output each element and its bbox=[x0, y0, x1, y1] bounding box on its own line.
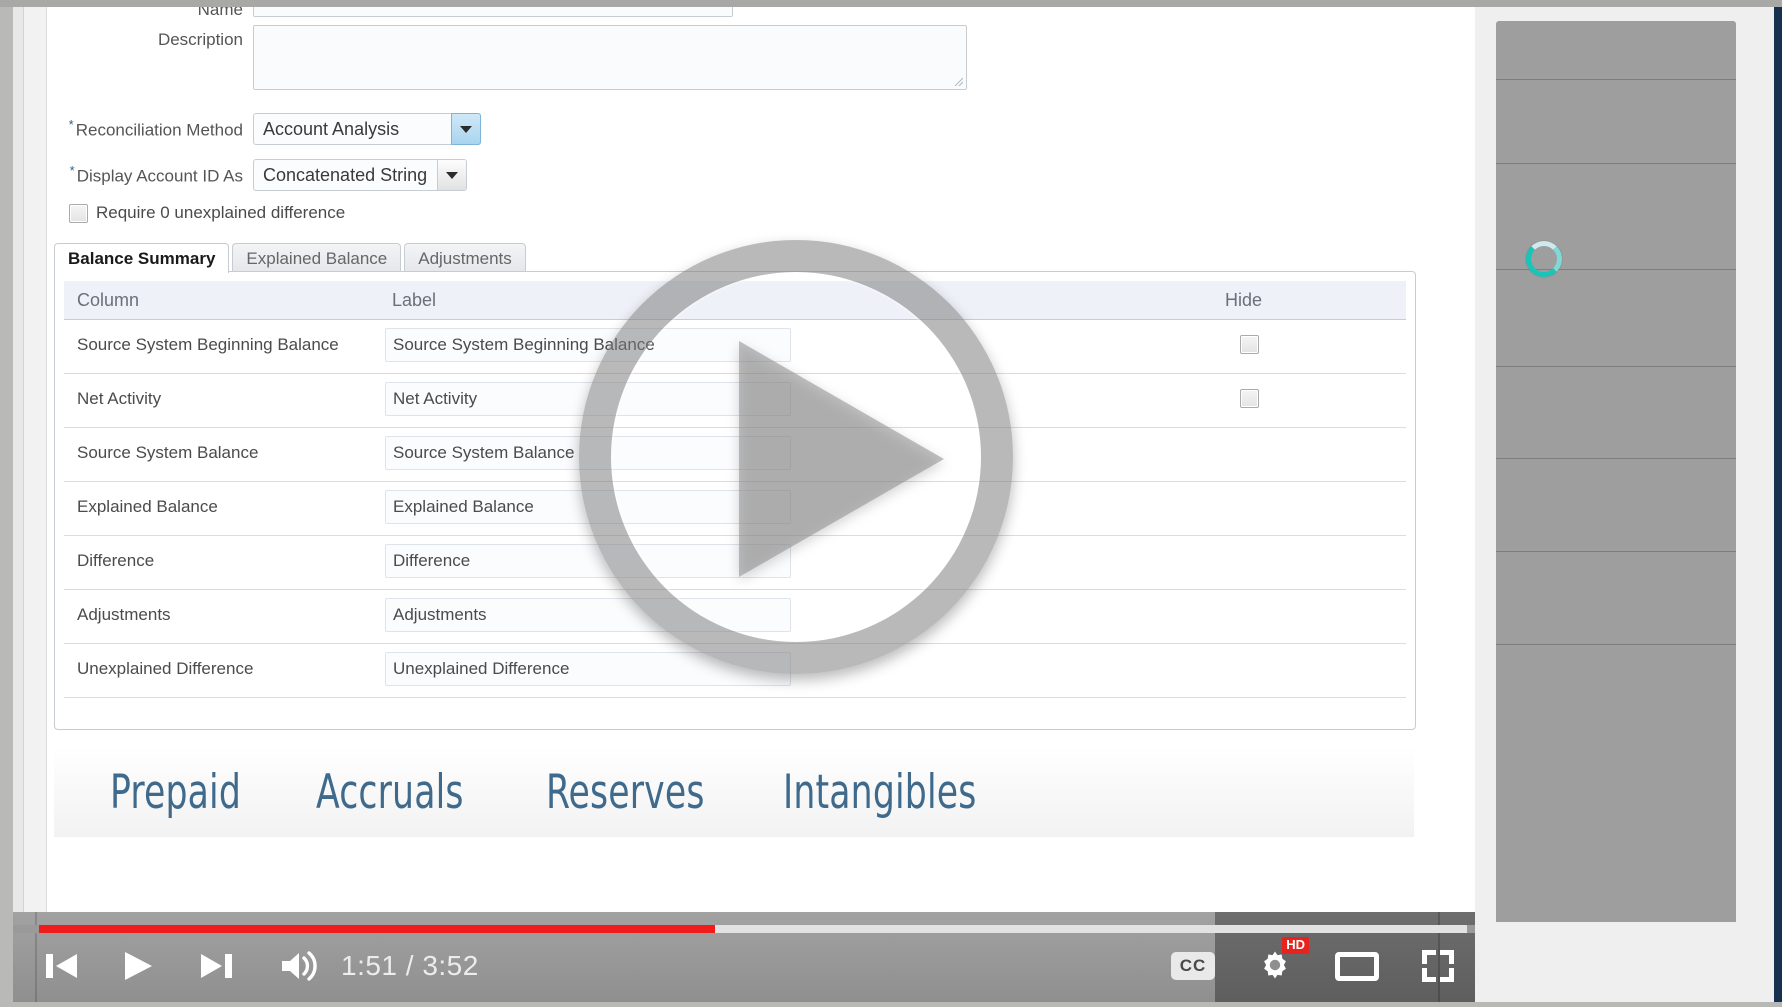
next-track-icon bbox=[201, 954, 232, 978]
next-video-button[interactable] bbox=[197, 949, 235, 983]
require-zero-difference-checkbox[interactable] bbox=[69, 203, 88, 223]
row-label-value: Net Activity bbox=[393, 389, 478, 408]
row-column-name: Source System Beginning Balance bbox=[77, 335, 339, 354]
reconciliation-method-label: Reconciliation Method bbox=[75, 120, 243, 140]
window-right-edge bbox=[1774, 7, 1782, 1002]
screenshot-root: Name Description *Reconciliation Method bbox=[0, 0, 1782, 1007]
row-label-value: Unexplained Difference bbox=[393, 659, 570, 678]
volume-icon bbox=[282, 951, 317, 981]
window-left-edge bbox=[0, 7, 13, 1002]
row-hide-checkbox[interactable] bbox=[1240, 335, 1259, 354]
play-button[interactable] bbox=[121, 949, 155, 983]
name-label: Name bbox=[197, 7, 243, 19]
row-label-value: Adjustments bbox=[393, 605, 487, 624]
captions-button[interactable]: CC bbox=[1171, 952, 1215, 980]
fullscreen-button[interactable] bbox=[1419, 947, 1457, 985]
row-column-name: Difference bbox=[77, 551, 155, 570]
display-account-id-as-value: Concatenated String bbox=[263, 164, 428, 185]
window-bottom-edge bbox=[0, 1002, 1782, 1007]
required-asterisk: * bbox=[69, 163, 75, 179]
play-triangle-icon bbox=[739, 341, 944, 577]
description-label: Description bbox=[157, 30, 243, 49]
video-player[interactable]: Name Description *Reconciliation Method bbox=[13, 7, 1475, 1002]
tab-label: Adjustments bbox=[418, 248, 512, 268]
volume-button[interactable] bbox=[279, 949, 321, 983]
app-outer-gutter bbox=[13, 7, 24, 912]
row-hide-checkbox[interactable] bbox=[1240, 389, 1259, 408]
tab-label: Balance Summary bbox=[68, 248, 216, 268]
chevron-down-icon[interactable] bbox=[451, 113, 481, 145]
tab-strip[interactable]: Balance Summary Explained Balance Adjust… bbox=[54, 243, 529, 273]
reconciliation-method-select[interactable]: Account Analysis bbox=[253, 113, 481, 145]
theater-mode-button[interactable] bbox=[1335, 951, 1379, 981]
require-zero-difference-label: Require 0 unexplained difference bbox=[96, 203, 346, 222]
player-control-bar[interactable]: 1:51 / 3:52 CC HD bbox=[13, 912, 1475, 1002]
video-viewport[interactable]: Name Description *Reconciliation Method bbox=[13, 7, 1475, 912]
column-header-label: Label bbox=[392, 289, 437, 310]
column-header-column: Column bbox=[77, 289, 140, 310]
row-label-value: Explained Balance bbox=[393, 497, 534, 516]
progress-scrubber[interactable] bbox=[13, 925, 1475, 933]
keyword-banner: Prepaid Accruals Reserves Intangibles bbox=[54, 747, 1414, 837]
previous-video-button[interactable] bbox=[43, 949, 81, 983]
keyword-prepaid: Prepaid bbox=[110, 764, 242, 820]
app-inner-gutter bbox=[24, 7, 47, 912]
tab-label: Explained Balance bbox=[246, 248, 388, 268]
large-play-button-overlay[interactable] bbox=[579, 240, 1013, 674]
previous-track-icon bbox=[46, 954, 77, 978]
scrubber-left-cap bbox=[13, 925, 39, 933]
tab-explained-balance[interactable]: Explained Balance bbox=[232, 243, 402, 273]
tab-adjustments[interactable]: Adjustments bbox=[404, 243, 526, 273]
keyword-intangibles: Intangibles bbox=[783, 764, 977, 820]
theater-mode-icon bbox=[1335, 951, 1379, 981]
row-column-name: Net Activity bbox=[77, 389, 162, 408]
reconciliation-method-value: Account Analysis bbox=[263, 118, 400, 139]
settings-button[interactable]: HD bbox=[1255, 937, 1309, 986]
column-header-hide: Hide bbox=[1225, 289, 1263, 310]
play-icon bbox=[125, 952, 152, 980]
control-bar-right-group: CC HD bbox=[1131, 937, 1457, 990]
chevron-down-icon[interactable] bbox=[437, 160, 467, 190]
row-column-name: Explained Balance bbox=[77, 497, 218, 516]
progress-played bbox=[13, 925, 715, 933]
keyword-accruals: Accruals bbox=[315, 764, 464, 820]
cc-icon: CC bbox=[1171, 952, 1215, 980]
scrubber-right-cap bbox=[1467, 925, 1475, 933]
keyword-reserves: Reserves bbox=[545, 764, 705, 820]
row-column-name: Adjustments bbox=[77, 605, 171, 624]
hd-badge: HD bbox=[1282, 937, 1309, 954]
display-account-id-as-select[interactable]: Concatenated String bbox=[253, 159, 468, 191]
row-column-name: Source System Balance bbox=[77, 443, 259, 462]
time-display: 1:51 / 3:52 bbox=[341, 950, 479, 981]
tab-balance-summary[interactable]: Balance Summary bbox=[54, 243, 230, 273]
loading-spinner-icon bbox=[1526, 241, 1562, 277]
row-column-name: Unexplained Difference bbox=[77, 659, 254, 678]
control-bar-left-group: 1:51 / 3:52 bbox=[43, 942, 479, 990]
display-account-id-as-label: Display Account ID As bbox=[76, 166, 243, 186]
sidebar-placeholder-rail bbox=[1496, 21, 1736, 922]
row-label-value: Difference bbox=[393, 551, 471, 570]
name-input[interactable] bbox=[253, 7, 733, 17]
fullscreen-icon bbox=[1422, 950, 1454, 982]
description-textarea[interactable] bbox=[253, 25, 967, 90]
row-label-value: Source System Balance bbox=[393, 443, 575, 462]
required-asterisk: * bbox=[68, 117, 74, 133]
window-top-edge bbox=[0, 0, 1782, 7]
